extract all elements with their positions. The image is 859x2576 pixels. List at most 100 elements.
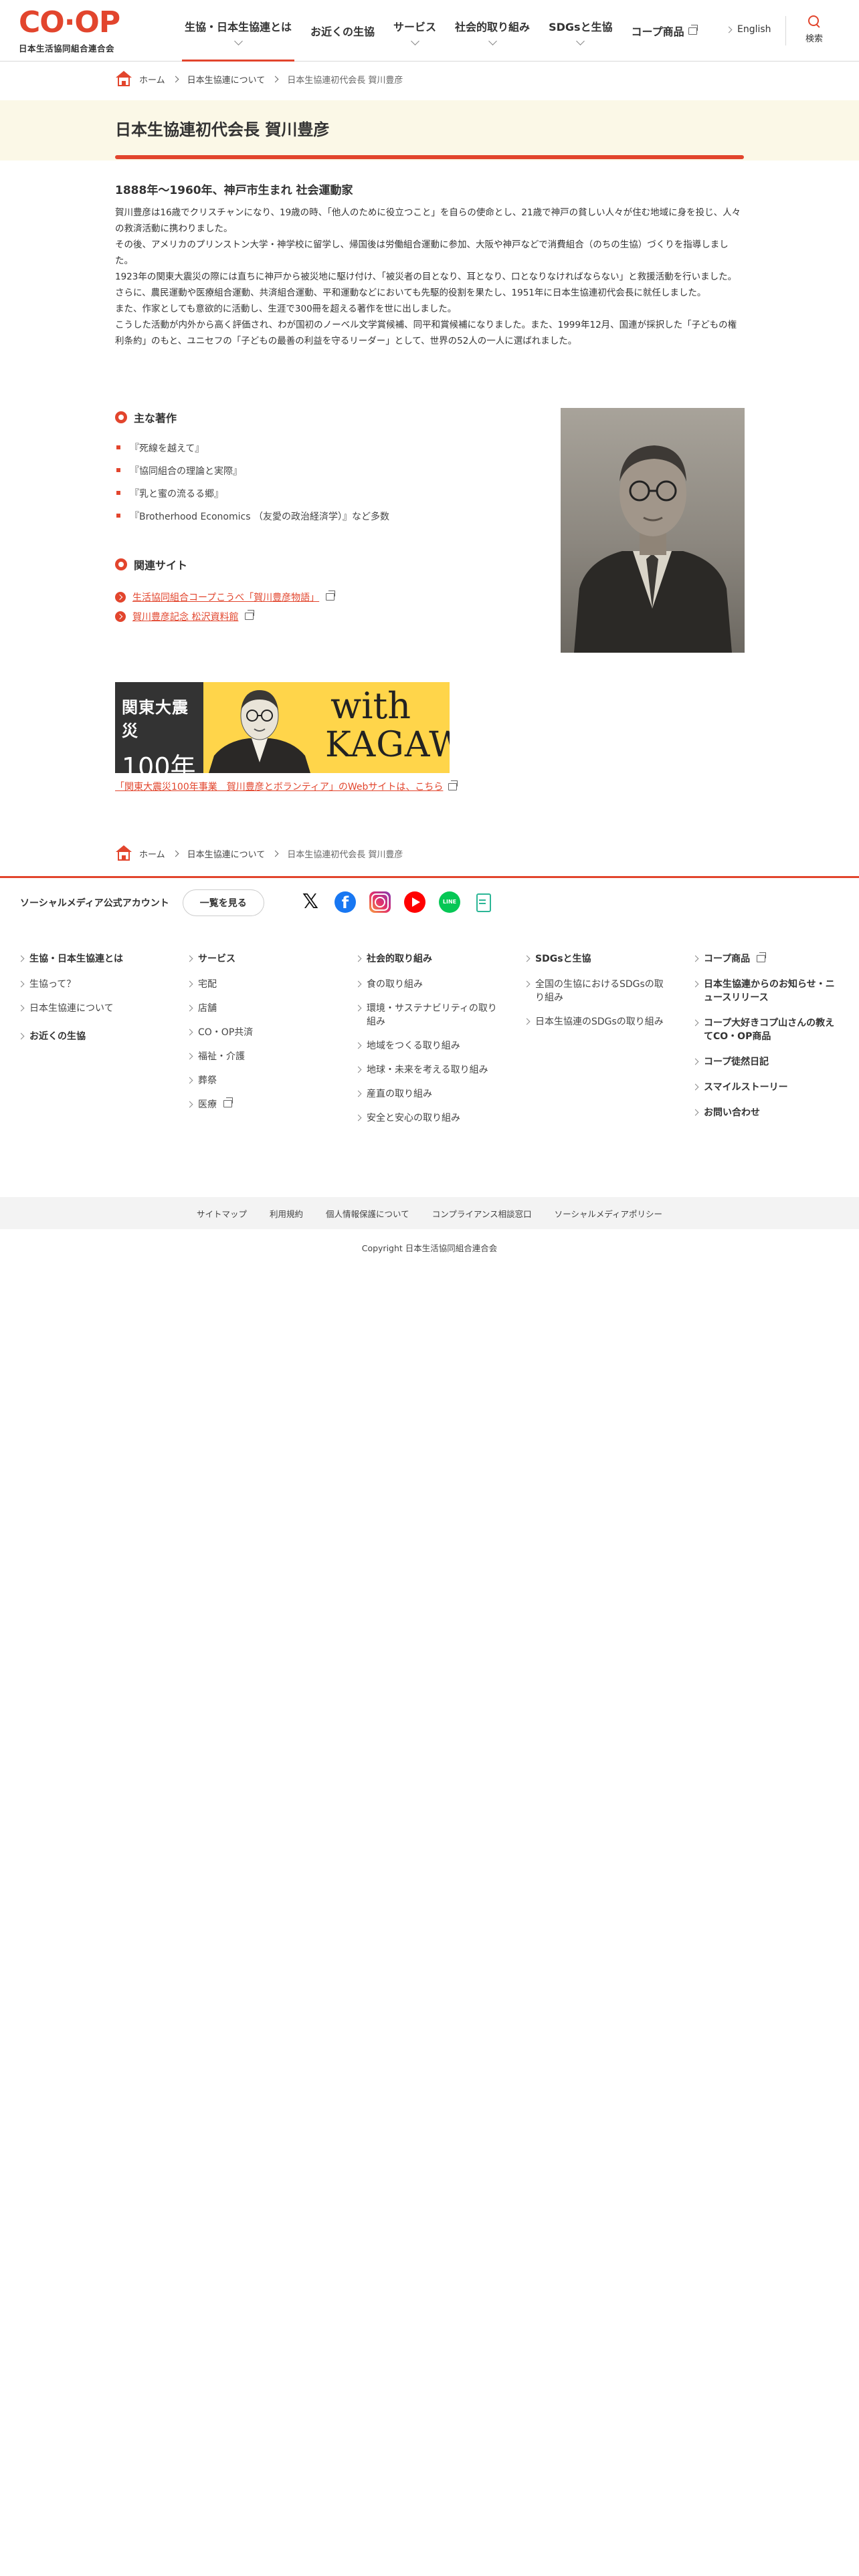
line-icon-text: LINE — [442, 899, 457, 905]
breadcrumb: ホーム 日本生協連について 日本生協連初代会長 賀川豊彦 — [115, 71, 403, 87]
footer-heading-sdgs[interactable]: SDGsと生協 — [523, 952, 672, 966]
nav-coop-products[interactable]: コープ商品 — [622, 0, 706, 62]
chevron-right-icon — [725, 26, 733, 33]
footer-link[interactable]: 地域をつくる取り組み — [355, 1039, 503, 1053]
footer-heading-smile[interactable]: スマイルストーリー — [692, 1081, 842, 1094]
chevron-right-icon — [17, 1004, 25, 1012]
footer-link[interactable]: 葬祭 — [186, 1074, 341, 1087]
related-link-kobe[interactable]: 生活協同組合コープこうべ「賀川豊彦物語」 — [132, 591, 319, 604]
bio-paragraph: こうした活動が内外から高く評価され、わが国初のノーベル文学賞候補、同平和賞候補に… — [115, 320, 737, 346]
footer-link-label: 葬祭 — [198, 1075, 217, 1086]
footer-heading-news[interactable]: 日本生協連からのお知らせ・ニュースリリース — [692, 978, 842, 1004]
chevron-right-icon — [692, 955, 699, 962]
breadcrumb-current: 日本生協連初代会長 賀川豊彦 — [287, 849, 403, 860]
facebook-icon[interactable]: f — [335, 891, 356, 913]
copyright: Copyright 日本生活協同組合連合会 — [361, 1243, 498, 1253]
footer-link[interactable]: 日本生協連のSDGsの取り組み — [523, 1015, 672, 1029]
chevron-right-icon — [186, 1053, 193, 1060]
footer-link[interactable]: 医療 — [186, 1097, 341, 1111]
footer-link[interactable]: 日本生協連について — [17, 1002, 173, 1015]
nav-local-coop[interactable]: お近くの生協 — [301, 0, 384, 62]
footer-bottom-link[interactable]: コンプライアンス相談窓口 — [432, 1207, 532, 1220]
footer-heading-about[interactable]: 生協・日本生協連とは — [17, 952, 173, 966]
footer-link[interactable]: 地球・未来を考える取り組み — [355, 1063, 503, 1077]
related-link-matsuzawa[interactable]: 賀川豊彦記念 松沢資料館 — [132, 610, 238, 623]
arrow-circle-icon — [115, 591, 126, 603]
home-icon[interactable] — [115, 845, 132, 861]
list-item: 『乳と蜜の流るる郷』 — [115, 487, 389, 510]
banner-with: with — [330, 685, 411, 727]
chevron-down-icon — [410, 36, 419, 45]
footer-heading-local[interactable]: お近くの生協 — [17, 1030, 173, 1043]
english-link[interactable]: English — [725, 24, 771, 35]
footer-link[interactable]: 宅配 — [186, 978, 341, 991]
square-bullet-icon — [116, 514, 120, 518]
banner-kagawa: KAGAWA — [325, 725, 450, 765]
footer-heading-contact[interactable]: お問い合わせ — [692, 1106, 842, 1119]
breadcrumb-parent[interactable]: 日本生協連について — [187, 73, 266, 86]
footer-bottom-link[interactable]: ソーシャルメディアポリシー — [555, 1207, 662, 1220]
view-all-button[interactable]: 一覧を見る — [182, 889, 264, 916]
footer-link[interactable]: 産直の取り組み — [355, 1087, 503, 1101]
work-title: 『協同組合の理論と実際』 — [130, 466, 242, 477]
chevron-right-icon — [355, 1090, 362, 1097]
footer-bottom-link[interactable]: 個人情報保護について — [326, 1207, 409, 1220]
footer-heading-label: 生協・日本生協連とは — [29, 954, 123, 964]
breadcrumb-home[interactable]: ホーム — [139, 847, 165, 860]
footer-link[interactable]: 店舗 — [186, 1002, 341, 1015]
footer-heading-kopuyama[interactable]: コープ大好きコプ山さんの教えてCO・OP商品 — [692, 1016, 842, 1043]
footer-heading-social[interactable]: 社会的取り組み — [355, 952, 503, 966]
bio-text: 賀川豊彦は16歳でクリスチャンになり、19歳の時、「他人のために役立つこと」を自… — [115, 205, 744, 349]
search-button[interactable]: 検索 — [800, 15, 828, 44]
nav-services[interactable]: サービス — [384, 0, 446, 62]
footer-col-misc: コープ商品 日本生協連からのお知らせ・ニュースリリース コープ大好きコプ山さんの… — [692, 952, 842, 1132]
external-link-icon — [245, 610, 255, 620]
line-icon[interactable]: LINE — [439, 891, 460, 913]
banner-website-link[interactable]: 「関東大震災100年事業 賀川豊彦とボランティア」のWebサイトは、こちら — [115, 780, 458, 793]
note-icon[interactable] — [472, 891, 494, 913]
chevron-right-icon — [523, 955, 531, 962]
footer-heading-services[interactable]: サービス — [186, 952, 341, 966]
footer-heading-diary[interactable]: コープ徒然日記 — [692, 1055, 842, 1069]
footer-heading-label: 日本生協連からのお知らせ・ニュースリリース — [704, 979, 835, 1003]
search-icon — [807, 15, 821, 28]
breadcrumb-parent[interactable]: 日本生協連について — [187, 847, 266, 860]
footer-heading-label: お問い合わせ — [704, 1107, 760, 1118]
square-bullet-icon — [116, 468, 120, 472]
footer-link[interactable]: 環境・サステナビリティの取り組み — [355, 1002, 503, 1029]
breadcrumb-home[interactable]: ホーム — [139, 73, 165, 86]
footer-link-label: 生協って？ — [29, 979, 76, 990]
nav-social[interactable]: 社会的取り組み — [446, 0, 539, 62]
related-link-item[interactable]: 賀川豊彦記念 松沢資料館 — [115, 607, 335, 626]
kagawa-banner[interactable]: 関東大震災 100年 with KAGAWA — [115, 682, 450, 782]
nav-about[interactable]: 生協・日本生協連とは — [175, 0, 301, 62]
coop-logo[interactable]: CO·OP 日本生活協同組合連合会 — [19, 8, 120, 54]
nav-sdgs[interactable]: SDGsと生協 — [539, 0, 622, 62]
instagram-icon[interactable] — [369, 891, 391, 913]
footer-top-border — [0, 876, 859, 878]
youtube-icon[interactable] — [404, 891, 425, 913]
external-link-icon — [326, 591, 336, 601]
footer-bottom-links: サイトマップ 利用規約 個人情報保護について コンプライアンス相談窓口 ソーシャ… — [0, 1197, 859, 1229]
footer-bottom-link[interactable]: サイトマップ — [197, 1207, 247, 1220]
external-link-icon — [223, 1097, 233, 1107]
home-icon[interactable] — [115, 71, 132, 87]
footer-heading-label: スマイルストーリー — [704, 1082, 788, 1093]
nav-label: 社会的取り組み — [455, 20, 531, 33]
social-accounts: ソーシャルメディア公式アカウント 一覧を見る — [20, 888, 264, 918]
bio-paragraph: その後、アメリカのプリンストン大学・神学校に留学し、帰国後は労働組合運動に参加、… — [115, 239, 729, 266]
footer-link[interactable]: 福祉・介護 — [186, 1050, 341, 1063]
footer-link[interactable]: 食の取り組み — [355, 978, 503, 991]
footer-link-label: 宅配 — [198, 979, 217, 990]
footer-bottom-link[interactable]: 利用規約 — [270, 1207, 303, 1220]
related-link-item[interactable]: 生活協同組合コープこうべ「賀川豊彦物語」 — [115, 587, 336, 607]
footer-link[interactable]: CO・OP共済 — [186, 1026, 341, 1039]
banner-title: 関東大震災 — [122, 698, 189, 740]
footer-link-label: 日本生協連のSDGsの取り組み — [535, 1016, 664, 1027]
footer-link[interactable]: 安全と安心の取り組み — [355, 1111, 503, 1125]
footer-heading-products[interactable]: コープ商品 — [692, 952, 842, 966]
footer-link[interactable]: 生協って？ — [17, 978, 173, 991]
footer-link[interactable]: 全国の生協におけるSDGsの取り組み — [523, 978, 672, 1004]
work-title: 『死線を越えて』 — [130, 443, 205, 454]
x-icon[interactable]: 𝕏 — [300, 891, 321, 913]
